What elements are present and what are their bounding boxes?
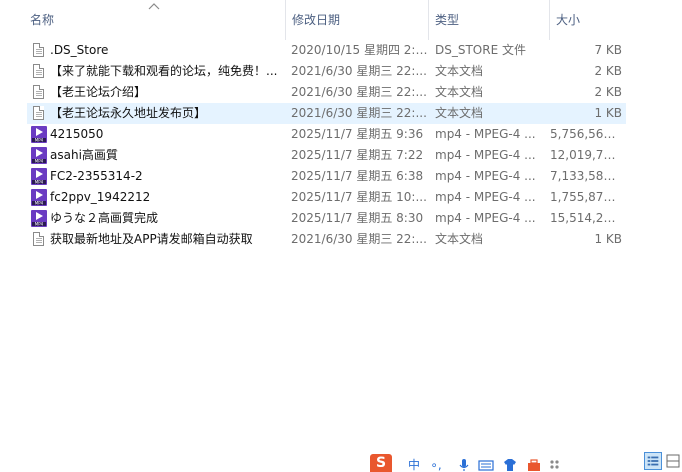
more-grid-icon[interactable] xyxy=(548,458,564,472)
file-date-modified: 2025/11/7 星期五 9:36 xyxy=(291,127,424,141)
file-row[interactable]: 【老王论坛永久地址发布页】 2021/6/30 星期三 22:... 文本文档 1 K… xyxy=(27,103,626,124)
file-name: FC2-2355314-2 xyxy=(50,169,143,183)
file-size: 1,755,871... xyxy=(550,190,622,204)
ime-mode-toggle[interactable]: 中 xyxy=(406,458,422,472)
punctuation-icon[interactable]: ∘, xyxy=(428,458,444,472)
column-header: 名称 修改日期 类型 大小 xyxy=(0,0,640,40)
document-icon xyxy=(30,63,48,80)
file-size: 2 KB xyxy=(594,64,622,78)
column-header-date-modified[interactable]: 修改日期 xyxy=(285,0,428,40)
column-header-type[interactable]: 类型 xyxy=(428,0,549,40)
file-size: 5,756,566... xyxy=(550,127,622,141)
ime-toolbar: S 中 ∘, xyxy=(370,452,574,472)
file-type: 文本文档 xyxy=(435,85,484,99)
svg-text:MP4: MP4 xyxy=(35,159,44,164)
large-icons-view-icon[interactable] xyxy=(664,452,682,470)
file-date-modified: 2021/6/30 星期三 22:... xyxy=(291,85,427,99)
file-size: 1 KB xyxy=(594,106,622,120)
file-type: mp4 - MPEG-4 ... xyxy=(435,169,536,183)
svg-text:MP4: MP4 xyxy=(35,180,44,185)
file-name: 【老王论坛永久地址发布页】 xyxy=(50,106,207,120)
toolbox-icon[interactable] xyxy=(526,458,542,472)
file-row[interactable]: 【来了就能下载和观看的论坛，纯免费！... 2021/6/30 星期三 22:..… xyxy=(27,61,626,82)
file-size: 7 KB xyxy=(594,43,622,57)
file-type: 文本文档 xyxy=(435,64,484,78)
details-view-icon[interactable] xyxy=(644,452,662,470)
file-row[interactable]: .DS_Store 2020/10/15 星期四 2:36 DS_STORE 文件 7… xyxy=(27,40,626,61)
file-size: 15,514,22... xyxy=(550,211,622,225)
mp4-video-icon: MP4 xyxy=(30,126,48,143)
file-row[interactable]: MP4 FC2-2355314-2 2025/11/7 星期五 6:38 mp4 - … xyxy=(27,166,626,187)
file-name: ゆうな２高画質完成 xyxy=(50,211,159,225)
mp4-video-icon: MP4 xyxy=(30,168,48,185)
document-icon xyxy=(30,42,48,59)
file-type: 文本文档 xyxy=(435,232,484,246)
file-name: fc2ppv_1942212 xyxy=(50,190,151,204)
file-size: 1 KB xyxy=(594,232,622,246)
file-date-modified: 2025/11/7 星期五 10:... xyxy=(291,190,427,204)
column-header-name[interactable]: 名称 xyxy=(24,0,284,40)
microphone-icon[interactable] xyxy=(456,458,472,472)
file-size: 7,133,589... xyxy=(550,169,622,183)
file-row[interactable]: MP4 fc2ppv_1942212 2025/11/7 星期五 10:... mp4… xyxy=(27,187,626,208)
file-explorer-window: 名称 修改日期 类型 大小 .DS_Store 2020/10/15 星期四 2:… xyxy=(0,0,682,472)
file-date-modified: 2021/6/30 星期三 22:... xyxy=(291,106,427,120)
mp4-video-icon: MP4 xyxy=(30,210,48,227)
file-type: mp4 - MPEG-4 ... xyxy=(435,148,536,162)
file-type: DS_STORE 文件 xyxy=(435,43,526,57)
file-date-modified: 2025/11/7 星期五 8:30 xyxy=(291,211,424,225)
skin-shirt-icon[interactable] xyxy=(502,458,518,472)
file-name: asahi高画質 xyxy=(50,148,118,162)
file-size: 12,019,70... xyxy=(550,148,622,162)
svg-text:MP4: MP4 xyxy=(35,138,44,143)
file-name: .DS_Store xyxy=(50,43,109,57)
svg-text:MP4: MP4 xyxy=(35,222,44,227)
file-row[interactable]: MP4 ゆうな２高画質完成 2025/11/7 星期五 8:30 mp4 - MPEG… xyxy=(27,208,626,229)
file-size: 2 KB xyxy=(594,85,622,99)
file-name: 4215050 xyxy=(50,127,104,141)
file-type: mp4 - MPEG-4 ... xyxy=(435,190,536,204)
file-type: mp4 - MPEG-4 ... xyxy=(435,211,536,225)
mp4-video-icon: MP4 xyxy=(30,147,48,164)
keyboard-icon[interactable] xyxy=(478,458,494,472)
file-name: 获取最新地址及APP请发邮箱自动获取 xyxy=(50,232,253,246)
sogou-ime-logo[interactable]: S xyxy=(370,454,392,472)
file-row[interactable]: MP4 asahi高画質 2025/11/7 星期五 7:22 mp4 - MPEG-… xyxy=(27,145,626,166)
file-date-modified: 2025/11/7 星期五 6:38 xyxy=(291,169,424,183)
file-date-modified: 2025/11/7 星期五 7:22 xyxy=(291,148,424,162)
file-row[interactable]: 获取最新地址及APP请发邮箱自动获取 2021/6/30 星期三 22:... 文本… xyxy=(27,229,626,250)
file-name: 【来了就能下载和观看的论坛，纯免费！... xyxy=(50,64,278,78)
file-row[interactable]: MP4 4215050 2025/11/7 星期五 9:36 mp4 - MPEG-4… xyxy=(27,124,626,145)
document-icon xyxy=(30,84,48,101)
file-list: .DS_Store 2020/10/15 星期四 2:36 DS_STORE 文件 7… xyxy=(0,40,640,250)
document-icon xyxy=(30,231,48,248)
file-type: 文本文档 xyxy=(435,106,484,120)
file-row[interactable]: 【老王论坛介绍】 2021/6/30 星期三 22:... 文本文档 2 KB xyxy=(27,82,626,103)
column-header-size[interactable]: 大小 xyxy=(549,0,629,40)
file-date-modified: 2021/6/30 星期三 22:... xyxy=(291,232,427,246)
file-date-modified: 2020/10/15 星期四 2:36 xyxy=(291,43,428,57)
file-date-modified: 2021/6/30 星期三 22:... xyxy=(291,64,427,78)
file-name: 【老王论坛介绍】 xyxy=(50,85,147,99)
file-type: mp4 - MPEG-4 ... xyxy=(435,127,536,141)
svg-text:MP4: MP4 xyxy=(35,201,44,206)
mp4-video-icon: MP4 xyxy=(30,189,48,206)
document-icon xyxy=(30,105,48,122)
